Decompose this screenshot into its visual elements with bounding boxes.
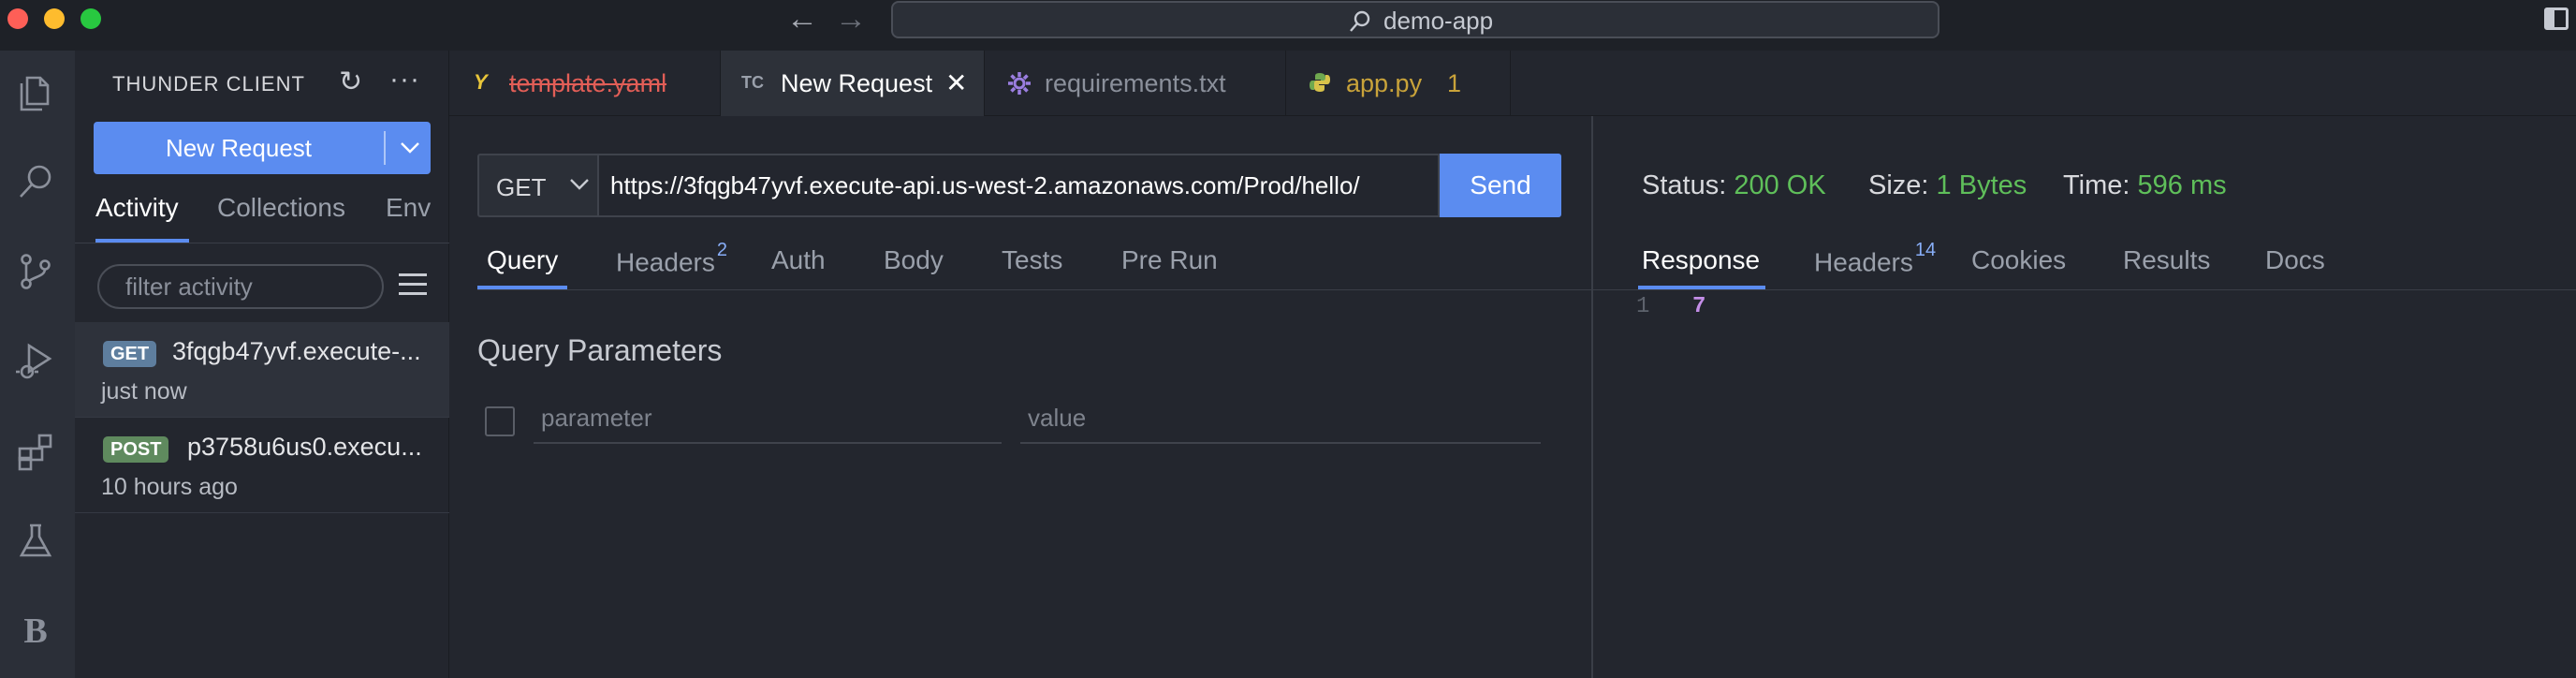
tab-auth[interactable]: Auth <box>771 245 826 275</box>
tab-app-py[interactable]: app.py 1 <box>1286 51 1511 116</box>
yaml-icon: Y <box>474 70 488 94</box>
source-control-icon[interactable] <box>7 243 64 300</box>
tab-headers[interactable]: Headers 2 <box>616 240 727 277</box>
tab-requirements-txt[interactable]: requirements.txt <box>985 51 1286 116</box>
more-actions-icon[interactable]: ··· <box>389 64 420 96</box>
history-item[interactable]: GET 3fqgb47yvf.execute-... just now <box>75 322 449 418</box>
divider <box>477 289 1591 290</box>
tab-new-request[interactable]: TC New Request ✕ <box>721 51 985 116</box>
history-item[interactable]: POST p3758u6us0.execu... 10 hours ago <box>75 418 449 513</box>
filter-activity-input[interactable] <box>97 264 384 309</box>
tab-docs[interactable]: Docs <box>2265 245 2325 275</box>
filter-menu-icon[interactable] <box>399 273 427 296</box>
forward-arrow-icon[interactable]: → <box>835 2 867 36</box>
tab-headers-label: Headers <box>616 247 715 277</box>
toggle-sidebar-icon[interactable] <box>2544 7 2569 30</box>
title-bar: ← → demo-app <box>0 0 2576 51</box>
close-window-button[interactable] <box>7 8 28 29</box>
method-value: GET <box>496 173 547 201</box>
tab-query[interactable]: Query <box>487 245 558 275</box>
size-label: Size: <box>1868 170 1929 200</box>
back-arrow-icon[interactable]: ← <box>786 2 818 36</box>
tab-activity[interactable]: Activity <box>95 193 179 223</box>
tab-template-yaml[interactable]: Y template.yaml <box>449 51 721 116</box>
method-badge: GET <box>103 341 157 367</box>
response-pane: Status: 200 OK Size: 1 Bytes Time: 596 m… <box>1593 116 2576 678</box>
history-time: 10 hours ago <box>101 474 238 500</box>
size-stat: Size: 1 Bytes <box>1868 170 2027 201</box>
tab-label: requirements.txt <box>1045 69 1226 97</box>
command-center-text: demo-app <box>1383 7 1494 35</box>
time-stat: Time: 596 ms <box>2063 170 2227 201</box>
activity-bar: B <box>0 51 75 678</box>
command-center-search[interactable]: demo-app <box>891 1 1939 38</box>
tab-headers-label: Headers <box>1814 247 1913 277</box>
thunder-client-sidebar: THUNDER CLIENT ↻ ··· New Request Activit… <box>75 51 449 678</box>
tab-response-headers[interactable]: Headers 14 <box>1814 240 1936 277</box>
method-badge: POST <box>103 436 169 463</box>
sidebar-title: THUNDER CLIENT <box>112 72 305 96</box>
status-value: 200 OK <box>1734 170 1826 200</box>
size-value: 1 Bytes <box>1936 170 2027 200</box>
tab-results[interactable]: Results <box>2123 245 2210 275</box>
line-number: 1 <box>1636 294 1650 319</box>
headers-count: 14 <box>1914 240 1937 260</box>
tab-label: app.py <box>1346 69 1423 97</box>
response-body: 7 <box>1692 294 1706 319</box>
thunder-client-icon: TC <box>741 73 764 92</box>
minimize-window-button[interactable] <box>44 8 65 29</box>
search-icon <box>1350 10 1370 32</box>
refresh-icon[interactable]: ↻ <box>339 66 362 98</box>
search-icon[interactable] <box>7 154 64 210</box>
tab-env[interactable]: Env <box>386 193 431 223</box>
tab-label: template.yaml <box>509 69 667 97</box>
chevron-down-icon <box>570 179 589 190</box>
explorer-icon[interactable] <box>7 66 64 122</box>
problems-badge: 1 <box>1447 69 1462 97</box>
run-debug-icon[interactable] <box>7 333 64 390</box>
tab-cookies[interactable]: Cookies <box>1971 245 2066 275</box>
tab-collections[interactable]: Collections <box>217 193 345 223</box>
extensions-icon[interactable] <box>7 423 64 479</box>
button-separator <box>384 131 386 165</box>
time-label: Time: <box>2063 170 2130 200</box>
headers-count: 2 <box>716 240 727 260</box>
python-icon <box>1310 73 1330 92</box>
tab-label: New Request <box>781 69 933 97</box>
chevron-down-icon[interactable] <box>389 122 431 174</box>
request-pane: GET Send Query Headers2 Auth Body Tests … <box>449 116 1591 678</box>
tab-pre-run[interactable]: Pre Run <box>1121 245 1218 275</box>
tab-response[interactable]: Response <box>1642 245 1760 275</box>
b-icon[interactable]: B <box>7 603 64 659</box>
gear-icon <box>1008 72 1031 95</box>
divider <box>75 512 449 513</box>
status-label: Status: <box>1642 170 1727 200</box>
history-time: just now <box>101 378 187 405</box>
history-url: p3758u6us0.execu... <box>187 433 422 461</box>
testing-icon[interactable] <box>7 513 64 569</box>
send-button[interactable]: Send <box>1440 154 1561 217</box>
history-url: 3fqgb47yvf.execute-... <box>172 337 421 365</box>
tab-body[interactable]: Body <box>884 245 944 275</box>
new-request-button[interactable]: New Request <box>94 122 431 174</box>
query-parameters-title: Query Parameters <box>477 333 723 367</box>
close-icon[interactable]: ✕ <box>945 67 967 98</box>
url-input[interactable] <box>599 154 1440 217</box>
parameter-input[interactable] <box>534 393 1002 444</box>
divider <box>1593 289 2576 290</box>
new-request-label: New Request <box>165 134 313 162</box>
param-enable-checkbox[interactable] <box>485 406 515 436</box>
time-value: 596 ms <box>2137 170 2227 200</box>
status-stat: Status: 200 OK <box>1642 170 1826 201</box>
method-select[interactable]: GET <box>477 154 599 217</box>
editor-tab-bar: Y template.yaml TC New Request ✕ require… <box>449 51 2576 116</box>
value-input[interactable] <box>1020 393 1541 444</box>
maximize-window-button[interactable] <box>80 8 101 29</box>
tab-tests[interactable]: Tests <box>1002 245 1062 275</box>
